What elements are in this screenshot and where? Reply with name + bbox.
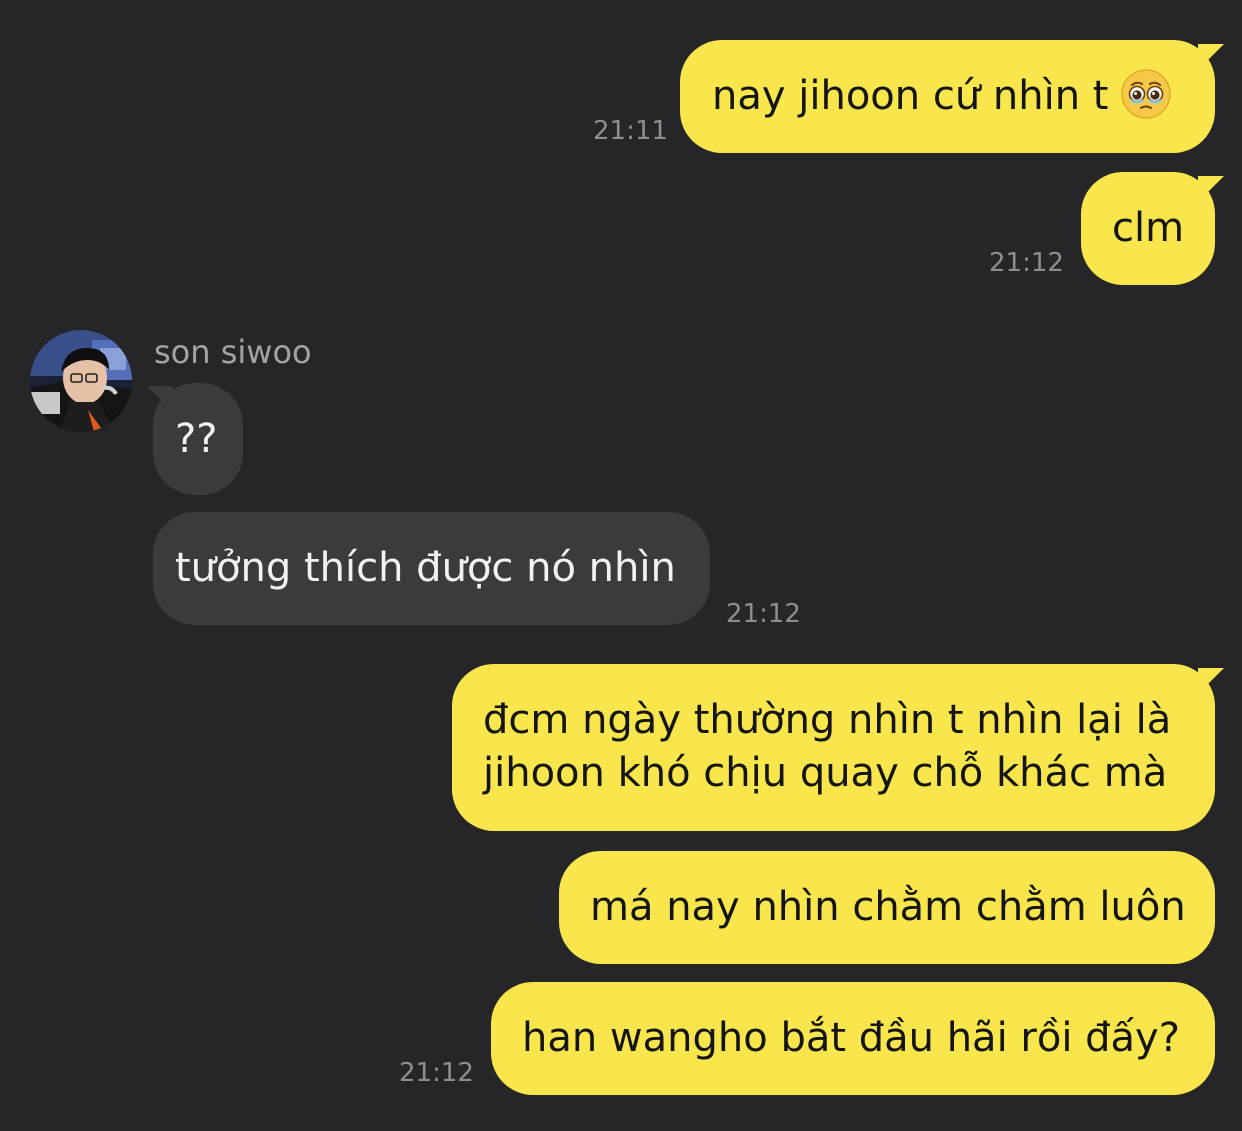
message-timestamp: 21:12: [399, 1058, 474, 1088]
contact-avatar[interactable]: [30, 330, 132, 432]
avatar-photo: [30, 330, 132, 432]
incoming-message-bubble[interactable]: tưởng thích được nó nhìn: [153, 512, 710, 625]
outgoing-message-bubble[interactable]: han wangho bắt đầu hãi rồi đấy?: [491, 982, 1215, 1095]
incoming-message-bubble[interactable]: ??: [153, 383, 243, 495]
message-text-line: đcm ngày thường nhìn t nhìn lại là: [483, 697, 1172, 743]
message-text: tưởng thích được nó nhìn: [175, 545, 676, 591]
message-text-line: jihoon khó chịu quay chỗ khác mà: [483, 750, 1168, 796]
message-timestamp: 21:12: [989, 248, 1064, 278]
message-text: má nay nhìn chằm chằm luôn: [590, 884, 1186, 930]
message-text: ??: [175, 416, 218, 462]
outgoing-message-bubble[interactable]: đcm ngày thường nhìn t nhìn lại là jihoo…: [452, 664, 1215, 831]
message-timestamp: 21:12: [726, 599, 801, 629]
outgoing-message-bubble[interactable]: nay jihoon cứ nhìn t: [680, 40, 1215, 153]
message-timestamp: 21:11: [593, 116, 668, 146]
outgoing-message-bubble[interactable]: má nay nhìn chằm chằm luôn: [559, 851, 1215, 964]
pleading-face-with-tears-emoji: [1121, 69, 1172, 119]
chat-thread[interactable]: 21:11 nay jihoon cứ nhìn t 21:12 clm son…: [0, 0, 1242, 1131]
message-text: han wangho bắt đầu hãi rồi đấy?: [522, 1015, 1180, 1061]
message-text: clm: [1112, 205, 1185, 251]
message-text: nay jihoon cứ nhìn t: [712, 73, 1109, 119]
outgoing-message-bubble[interactable]: clm: [1081, 172, 1215, 285]
sender-name: son siwoo: [154, 333, 312, 371]
